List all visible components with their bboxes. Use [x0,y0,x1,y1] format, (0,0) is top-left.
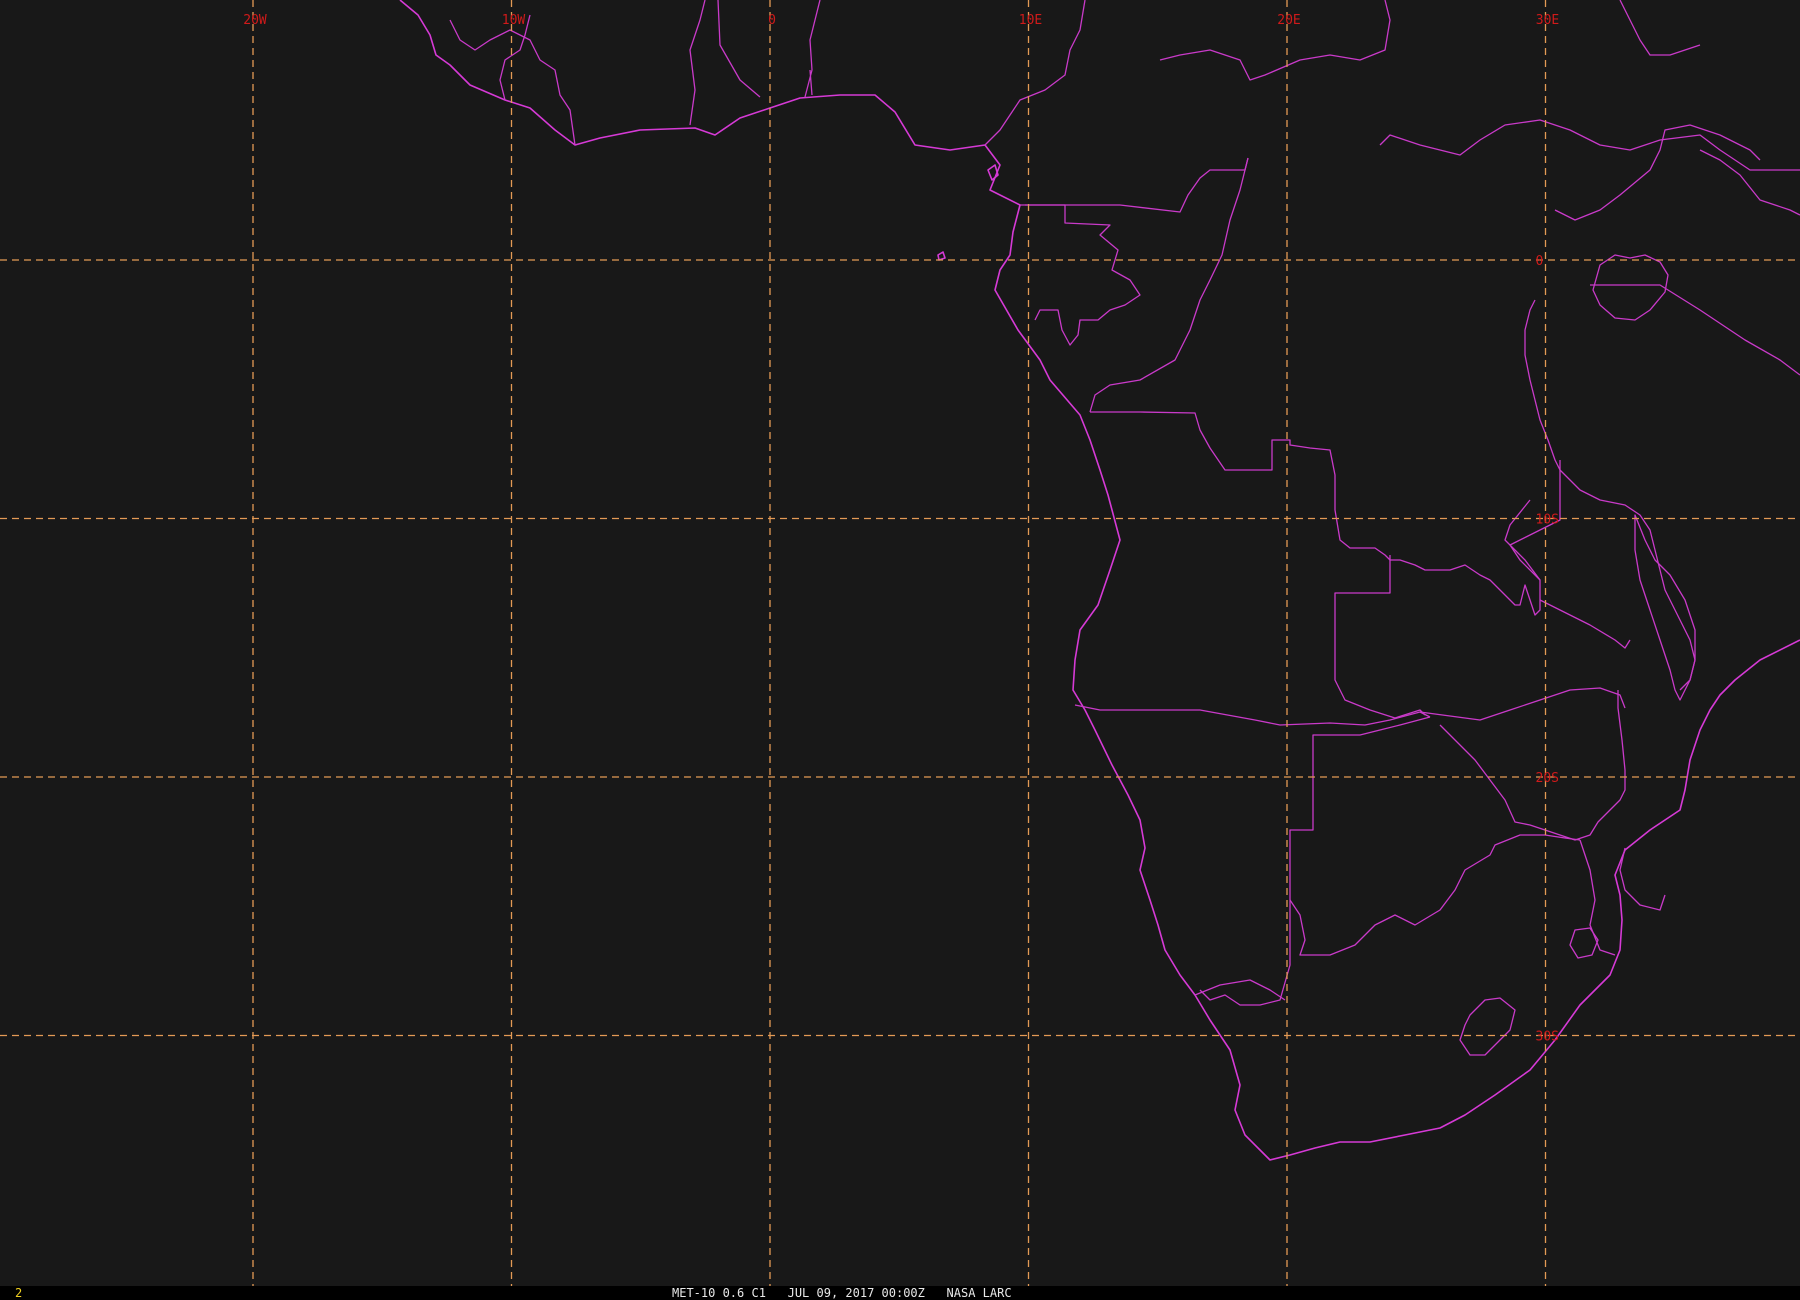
longitude-label: 10W [502,13,526,28]
longitude-label: 20E [1277,13,1300,28]
longitude-label: 0 [768,13,776,28]
latitude-label: 20S [1536,771,1559,786]
product-caption: MET-10 0.6 C1 JUL 09, 2017 00:00Z NASA L… [672,1286,1012,1300]
map-background [0,0,1800,1286]
longitude-label: 20W [243,13,267,28]
longitude-label: 10E [1019,13,1042,28]
latitude-label: 10S [1536,513,1559,528]
latitude-label: 0 [1536,254,1544,269]
satellite-image-viewer: 20W 10W 0 10E 20E 30E 0 10S 20S 30S 2 MET-10 0.6 … [0,0,1800,1300]
frame-number: 2 [15,1286,23,1300]
longitude-label: 30E [1536,13,1559,28]
status-bar: 2 MET-10 0.6 C1 JUL 09, 2017 00:00Z NASA… [0,1286,1800,1300]
map-canvas: 20W 10W 0 10E 20E 30E 0 10S 20S 30S [0,0,1800,1286]
latitude-label: 30S [1536,1030,1559,1045]
